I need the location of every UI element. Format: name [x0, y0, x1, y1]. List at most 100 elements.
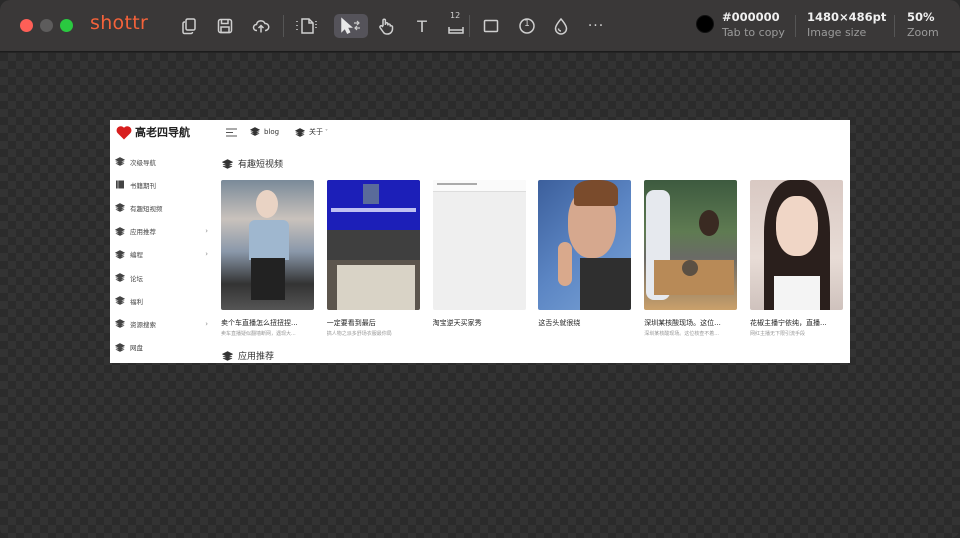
zoom-info[interactable]: 50% Zoom: [907, 10, 939, 39]
sidebar-item[interactable]: 编程 ›: [110, 243, 214, 266]
video-thumbnail[interactable]: [538, 180, 632, 310]
layers-icon: [115, 342, 125, 352]
video-card[interactable]: 一定要看到最后 搞人物之派多舒场衣服最你局: [326, 180, 420, 337]
layers-icon: [115, 226, 125, 236]
select-arrow-icon[interactable]: [334, 14, 368, 38]
card-title[interactable]: 一定要看到最后: [327, 318, 420, 328]
blur-drop-icon[interactable]: [549, 14, 573, 38]
video-card-grid: 卖个车直播怎么扭扭捏... 卖车直播疑似翻墙断网，遇现大... 一定要看到最后 …: [221, 180, 843, 337]
video-card[interactable]: 花椒主播宁依纯，直播... 网红主播无下限引流手段: [749, 180, 843, 337]
card-desc: 深圳某核酸现场。这位核查不着...: [644, 331, 719, 337]
video-card[interactable]: 卖个车直播怎么扭扭捏... 卖车直播疑似翻墙断网，遇现大...: [221, 180, 314, 337]
cloud-upload-icon[interactable]: [249, 14, 273, 38]
card-title[interactable]: 这舌头就很绕: [538, 318, 631, 328]
heart-icon: [116, 125, 132, 139]
ruler-value: 12: [450, 11, 461, 20]
zoom-value: 50%: [907, 10, 935, 24]
card-desc: 搞人物之派多舒场衣服最你局: [326, 331, 392, 337]
counter-icon[interactable]: 1: [515, 14, 539, 38]
layers-icon: [115, 319, 125, 329]
section-title: 应用推荐: [238, 352, 275, 362]
image-size-label: Image size: [807, 26, 867, 39]
layers-icon: [222, 158, 233, 169]
ruler-icon[interactable]: 12: [444, 11, 468, 38]
image-size-value: 1480×486pt: [807, 10, 887, 24]
site-title: 高老四导航: [135, 126, 190, 139]
rectangle-icon[interactable]: [479, 14, 503, 38]
video-thumbnail[interactable]: [326, 180, 420, 310]
nav-blog[interactable]: blog: [250, 127, 279, 136]
book-icon: [116, 180, 124, 189]
video-card[interactable]: 这舌头就很绕: [538, 180, 632, 335]
nav-about[interactable]: 关于 ˅: [295, 127, 328, 137]
layers-icon: [295, 127, 305, 137]
counter-value: 1: [524, 19, 530, 29]
sidebar-item-label: 资源搜索: [130, 320, 156, 329]
color-info[interactable]: #000000 Tab to copy: [722, 10, 785, 39]
video-card[interactable]: 淘宝逆天买家秀: [432, 180, 526, 335]
sidebar-item[interactable]: 应用推荐 ›: [110, 220, 214, 243]
layers-icon: [250, 127, 260, 136]
nav-blog-label: blog: [264, 127, 280, 136]
sidebar-item-label: 有趣短视频: [130, 204, 163, 213]
sidebar-item[interactable]: 福利: [110, 289, 214, 312]
hand-pointer-icon[interactable]: [374, 14, 398, 38]
section-heading-apps: 应用推荐: [222, 349, 274, 362]
video-card[interactable]: 深圳某核酸现场。这位... 深圳某核酸现场。这位核查不着...: [644, 180, 738, 337]
section-heading-videos: 有趣短视频: [222, 157, 283, 170]
image-size-info: 1480×486pt Image size: [807, 10, 886, 39]
site-sidebar: 次级导航书籍期刊有趣短视频应用推荐 › 编程 › 论坛福利资源搜索 › 网盘: [110, 150, 214, 363]
video-thumbnail[interactable]: [644, 180, 738, 310]
menu-icon[interactable]: [226, 128, 237, 137]
card-title[interactable]: 花椒主播宁依纯，直播...: [750, 318, 843, 328]
color-hint: Tab to copy: [722, 26, 785, 39]
sidebar-item-label: 书籍期刊: [130, 181, 156, 190]
site-logo[interactable]: 高老四导航: [116, 124, 190, 140]
zoom-label: Zoom: [907, 26, 939, 39]
video-thumbnail[interactable]: [432, 180, 526, 310]
sidebar-item-label: 应用推荐: [130, 228, 156, 237]
card-title[interactable]: 卖个车直播怎么扭扭捏...: [221, 318, 314, 328]
zoom-window-button[interactable]: [60, 19, 73, 32]
app-name: shottr: [90, 12, 149, 34]
section-title: 有趣短视频: [238, 160, 284, 170]
layers-icon: [115, 296, 125, 306]
shottr-window: shottr T 12 1 ··· #000000 Tab to copy 14…: [0, 0, 960, 538]
layers-icon: [222, 350, 233, 361]
copy-icon[interactable]: [178, 14, 202, 38]
sidebar-item[interactable]: 次级导航: [110, 150, 214, 173]
title-bar: shottr T 12 1 ··· #000000 Tab to copy 14…: [0, 0, 960, 52]
color-swatch[interactable]: [696, 15, 714, 33]
sidebar-item[interactable]: 书籍期刊: [110, 173, 214, 196]
sidebar-item-label: 福利: [130, 297, 143, 306]
chevron-right-icon: ›: [205, 227, 208, 236]
captured-screenshot[interactable]: 高老四导航 blog 关于 ˅ 次级导航 书籍期刊 有趣短视频 应用推荐 › 编程 › 论坛福…: [110, 120, 850, 363]
video-thumbnail[interactable]: [749, 180, 843, 310]
sidebar-item-label: 编程: [130, 251, 143, 260]
card-desc: 卖车直播疑似翻墙断网，遇现大...: [221, 331, 296, 337]
layers-icon: [115, 203, 125, 213]
save-icon[interactable]: [213, 14, 237, 38]
close-window-button[interactable]: [20, 19, 33, 32]
layers-icon: [115, 157, 125, 166]
card-title[interactable]: 淘宝逆天买家秀: [433, 318, 526, 328]
minimize-window-button[interactable]: [40, 19, 53, 32]
video-thumbnail[interactable]: [221, 180, 314, 310]
site-header: 高老四导航 blog 关于 ˅: [110, 120, 850, 146]
layers-icon: [115, 250, 125, 259]
nav-about-label: 关于: [309, 128, 323, 136]
crop-icon[interactable]: [293, 14, 321, 38]
card-desc: 网红主播无下限引流手段: [749, 331, 805, 337]
more-icon[interactable]: ···: [584, 14, 608, 38]
sidebar-item-label: 论坛: [130, 274, 143, 283]
sidebar-item-label: 网盘: [130, 344, 143, 353]
card-title[interactable]: 深圳某核酸现场。这位...: [644, 318, 737, 328]
sidebar-item-label: 次级导航: [130, 158, 156, 167]
sidebar-item[interactable]: 论坛: [110, 266, 214, 289]
chevron-right-icon: ›: [205, 319, 208, 328]
text-icon[interactable]: T: [410, 14, 434, 38]
sidebar-item[interactable]: 资源搜索 ›: [110, 312, 214, 335]
sidebar-item[interactable]: 有趣短视频: [110, 196, 214, 219]
sidebar-item[interactable]: 网盘: [110, 336, 214, 359]
chevron-right-icon: ›: [205, 250, 208, 259]
